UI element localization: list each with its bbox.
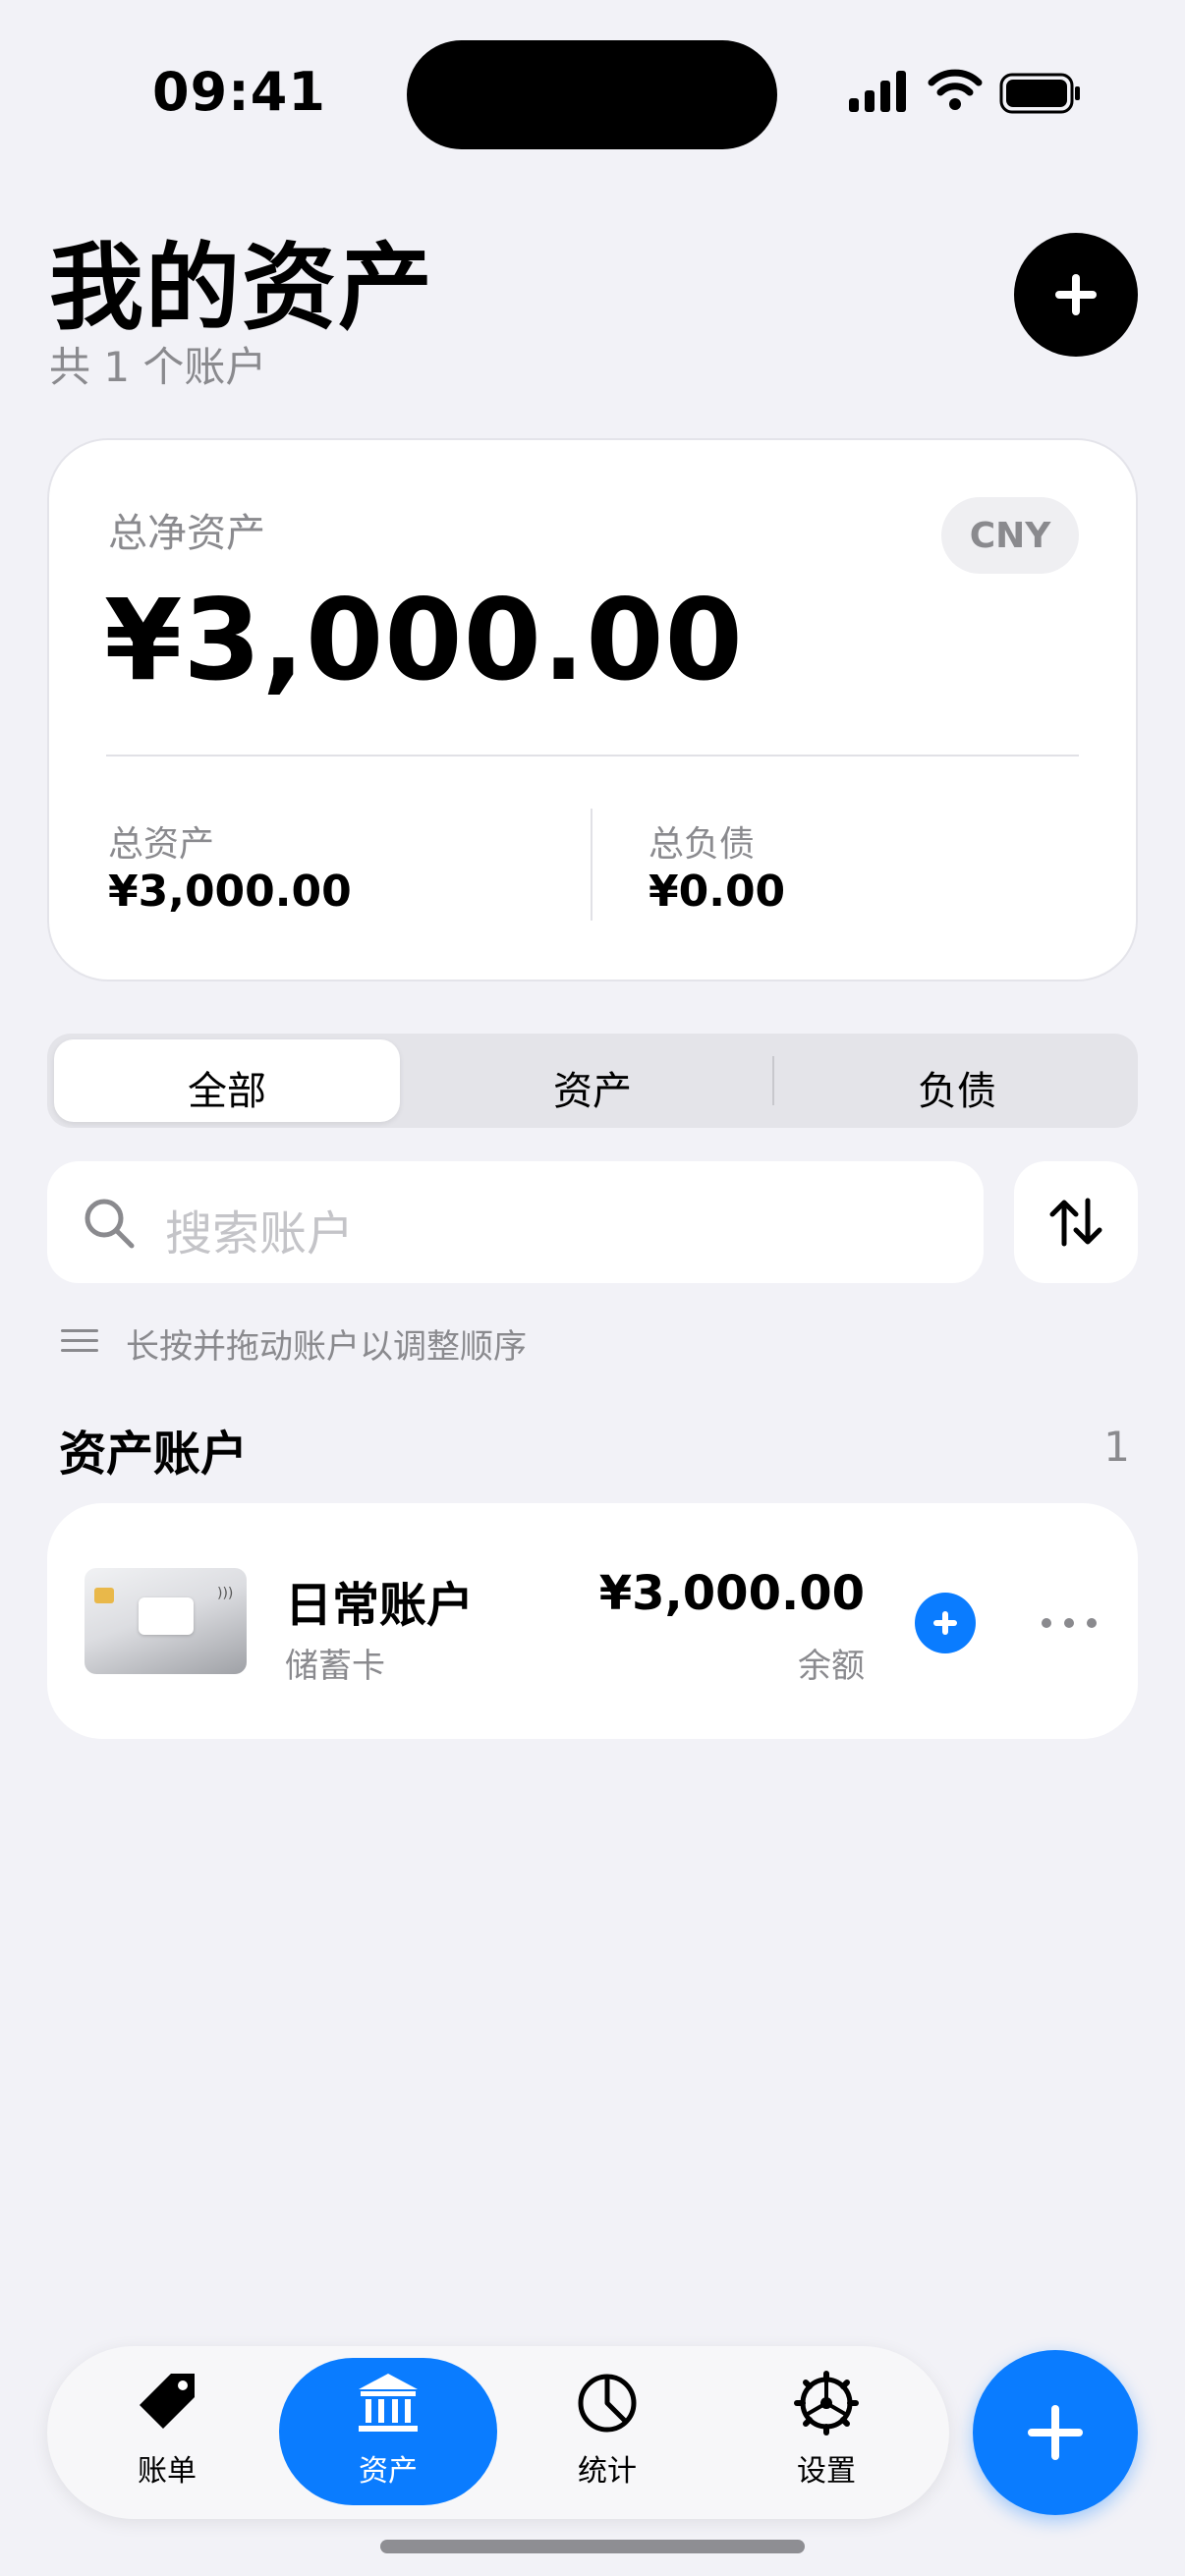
card-chip-icon	[94, 1588, 114, 1603]
home-indicator	[380, 2540, 805, 2553]
section-title: 资产账户	[59, 1427, 249, 1482]
plus-icon	[1028, 2405, 1083, 2460]
contactless-icon: )))	[217, 1586, 234, 1601]
net-worth-label: 总净资产	[108, 511, 265, 556]
card-emblem	[139, 1597, 194, 1635]
search-input[interactable]: 搜索账户	[47, 1161, 984, 1283]
account-balance: ¥3,000.00	[598, 1566, 865, 1621]
tab-label: 设置	[797, 2454, 856, 2489]
tab-assets[interactable]: 资产	[314, 2368, 462, 2495]
account-type: 储蓄卡	[285, 1647, 385, 1686]
segment-separator	[772, 1056, 774, 1105]
section-count: 1	[1103, 1423, 1130, 1471]
cellular-signal-icon	[849, 71, 906, 112]
total-liabilities-value: ¥0.00	[649, 867, 786, 917]
wifi-icon	[928, 69, 983, 110]
total-assets-value: ¥3,000.00	[108, 867, 352, 917]
tab-settings[interactable]: 设置	[753, 2368, 900, 2495]
more-icon-dot	[1087, 1618, 1097, 1628]
page-title: 我的资产	[49, 233, 434, 343]
bank-icon	[359, 2374, 418, 2432]
pie-chart-icon	[578, 2374, 637, 2433]
tab-statistics[interactable]: 统计	[534, 2368, 681, 2495]
more-options-button[interactable]	[1042, 1603, 1097, 1643]
search-icon	[85, 1199, 135, 1249]
add-account-button[interactable]	[1014, 233, 1138, 357]
more-icon	[1042, 1618, 1051, 1628]
search-placeholder: 搜索账户	[165, 1206, 355, 1261]
tab-label: 账单	[138, 2454, 197, 2489]
segment-all[interactable]: 全部	[54, 1059, 400, 1116]
plus-icon	[1055, 274, 1097, 315]
balance-label: 余额	[798, 1647, 865, 1686]
tab-bills[interactable]: 账单	[93, 2368, 241, 2495]
quick-add-button[interactable]	[973, 2350, 1138, 2515]
account-count-subtitle: 共 1 个账户	[49, 343, 267, 391]
more-icon-dot	[1064, 1618, 1074, 1628]
tag-icon	[140, 2374, 195, 2429]
total-assets-label: 总资产	[108, 824, 215, 865]
divider	[591, 809, 592, 921]
tab-label: 统计	[578, 2454, 637, 2489]
divider	[106, 755, 1079, 756]
plus-icon	[933, 1611, 957, 1635]
dynamic-island	[407, 40, 777, 149]
reorder-hint: 长按并拖动账户以调整顺序	[126, 1327, 527, 1367]
tab-label: 资产	[359, 2454, 418, 2489]
sort-button[interactable]	[1014, 1161, 1138, 1283]
account-name: 日常账户	[285, 1578, 475, 1633]
sort-arrows-icon	[1049, 1198, 1102, 1247]
net-worth-value: ¥3,000.00	[104, 575, 744, 705]
bank-card-image: )))	[85, 1568, 247, 1674]
add-transaction-button[interactable]	[915, 1593, 976, 1653]
drag-handle-icon	[61, 1329, 98, 1352]
segment-assets[interactable]: 资产	[420, 1059, 765, 1116]
status-time: 09:41	[152, 61, 326, 123]
gear-icon	[794, 2371, 859, 2436]
total-liabilities-label: 总负债	[649, 824, 756, 865]
battery-icon	[999, 73, 1080, 114]
segment-liabilities[interactable]: 负债	[784, 1059, 1130, 1116]
currency-badge[interactable]: CNY	[941, 497, 1079, 574]
